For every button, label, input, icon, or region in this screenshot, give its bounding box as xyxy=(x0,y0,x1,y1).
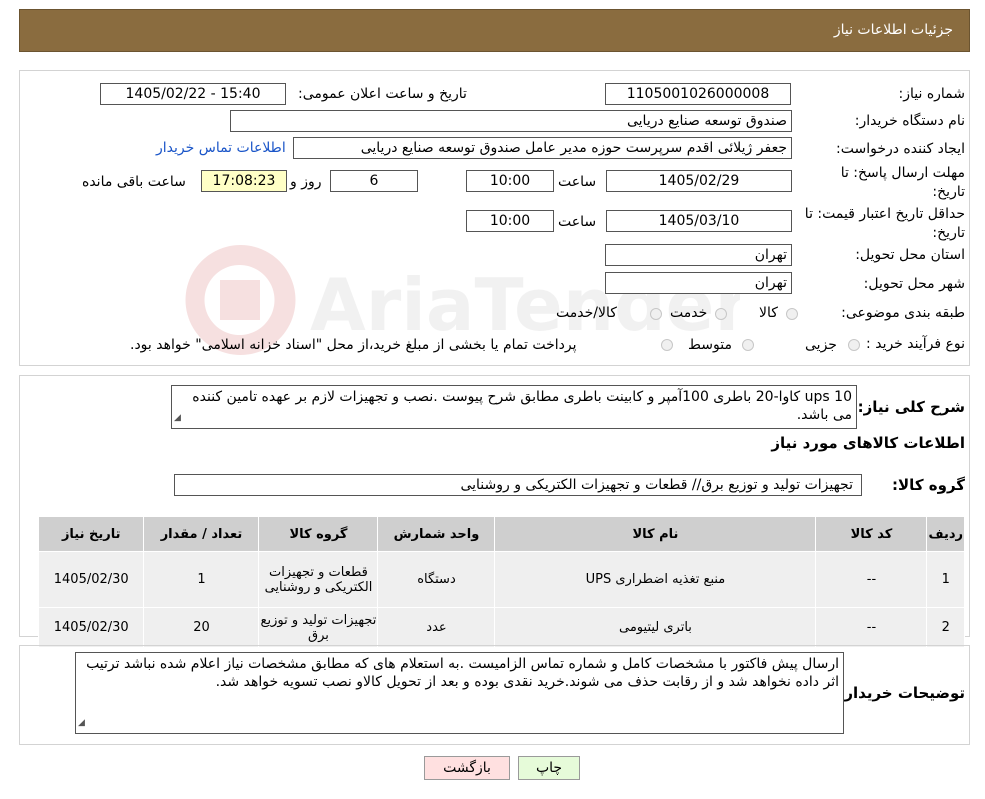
remaining-time-field: 17:08:23 xyxy=(201,170,287,192)
cell-row: 2 xyxy=(926,607,965,648)
buyer-notes-text: ارسال پیش فاکتور با مشخصات کامل و شماره … xyxy=(86,656,839,690)
remaining-label: ساعت باقی مانده xyxy=(82,174,186,190)
purchase-minor-radio[interactable] xyxy=(848,339,860,351)
need-number-label: شماره نیاز: xyxy=(898,86,966,102)
deadline-time-field: 10:00 xyxy=(466,170,554,192)
buyer-notes-label: توضیحات خریدار: xyxy=(838,684,965,702)
cell-unit: دستگاه xyxy=(377,551,496,608)
category-label: طبقه بندی موضوعی: xyxy=(841,305,965,321)
validity-hour-label: ساعت xyxy=(558,214,597,230)
col-unit: واحد شمارش xyxy=(377,516,496,552)
announce-field: 1405/02/22 - 15:40 xyxy=(100,83,286,105)
col-quantity: تعداد / مقدار xyxy=(143,516,260,552)
requester-label: ایجاد کننده درخواست: xyxy=(836,141,965,157)
city-field: تهران xyxy=(605,272,792,294)
page-header: جزئیات اطلاعات نیاز xyxy=(19,9,970,52)
need-number-field: 1105001026000008 xyxy=(605,83,791,105)
category-both-radio[interactable] xyxy=(650,308,662,320)
city-label: شهر محل تحویل: xyxy=(863,276,965,292)
deadline-hour-label: ساعت xyxy=(558,174,597,190)
deadline-label: مهلت ارسال پاسخ: تا xyxy=(840,165,965,181)
days-remaining-field: 6 xyxy=(330,170,418,192)
col-code: کد کالا xyxy=(815,516,928,552)
cell-name: منبع تغذیه اضطراری UPS xyxy=(494,551,817,608)
table-row: 2 -- باتری لیتیومی عدد تجهیزات تولید و ت… xyxy=(37,607,965,648)
goods-table: ردیف کد کالا نام کالا واحد شمارش گروه کا… xyxy=(37,516,965,648)
resize-grip-icon[interactable]: ◢ xyxy=(78,714,85,732)
cell-name: باتری لیتیومی xyxy=(494,607,817,648)
payment-treasury-checkbox[interactable] xyxy=(661,339,673,351)
cell-quantity: 20 xyxy=(143,607,260,648)
category-service-radio[interactable] xyxy=(715,308,727,320)
requester-field: جعفر ژیلائی اقدم سرپرست حوزه مدیر عامل ص… xyxy=(293,137,792,159)
col-date: تاریخ نیاز xyxy=(37,516,145,552)
payment-note: پرداخت تمام یا بخشی از مبلغ خرید،از محل … xyxy=(130,337,577,353)
province-label: استان محل تحویل: xyxy=(855,247,965,263)
summary-label: شرح کلی نیاز: xyxy=(857,398,965,416)
buyer-contact-link[interactable]: اطلاعات تماس خریدار xyxy=(156,140,286,156)
cell-code: -- xyxy=(815,607,928,648)
goods-group-label: گروه کالا: xyxy=(892,476,965,494)
validity-date-field: 1405/03/10 xyxy=(606,210,792,232)
page-title: جزئیات اطلاعات نیاز xyxy=(833,22,953,38)
category-goods-label: کالا xyxy=(759,305,778,321)
cell-date: 1405/02/30 xyxy=(37,607,145,648)
back-button[interactable]: بازگشت xyxy=(424,756,510,780)
category-service-label: خدمت xyxy=(670,305,708,321)
goods-group-field: تجهیزات تولید و توزیع برق// قطعات و تجهی… xyxy=(174,474,862,496)
purchase-medium-label: متوسط xyxy=(688,337,732,353)
col-row: ردیف xyxy=(926,516,965,552)
validity-label-date: تاریخ: xyxy=(932,225,965,241)
validity-time-field: 10:00 xyxy=(466,210,554,232)
goods-section-title: اطلاعات کالاهای مورد نیاز xyxy=(771,434,965,452)
cell-quantity: 1 xyxy=(143,551,260,608)
col-name: نام کالا xyxy=(494,516,817,552)
print-button[interactable]: چاپ xyxy=(518,756,580,780)
validity-label: حداقل تاریخ اعتبار قیمت: تا xyxy=(804,206,965,222)
buyer-label: نام دستگاه خریدار: xyxy=(854,113,965,129)
cell-group: تجهیزات تولید و توزیع برق xyxy=(258,607,379,648)
summary-text: ups 10 کاوا-20 باطری 100آمپر و کابینت با… xyxy=(192,389,852,423)
days-label: روز و xyxy=(290,174,322,190)
summary-textarea[interactable]: ups 10 کاوا-20 باطری 100آمپر و کابینت با… xyxy=(171,385,857,429)
purchase-type-label: نوع فرآیند خرید : xyxy=(866,336,965,352)
category-both-label: کالا/خدمت xyxy=(556,305,617,321)
purchase-minor-label: جزیی xyxy=(805,337,837,353)
cell-group: قطعات و تجهیزات الکتریکی و روشنایی xyxy=(258,551,379,608)
cell-date: 1405/02/30 xyxy=(37,551,145,608)
purchase-medium-radio[interactable] xyxy=(742,339,754,351)
table-header-row: ردیف کد کالا نام کالا واحد شمارش گروه کا… xyxy=(37,516,965,552)
buyer-notes-textarea[interactable]: ارسال پیش فاکتور با مشخصات کامل و شماره … xyxy=(75,652,844,734)
table-row: 1 -- منبع تغذیه اضطراری UPS دستگاه قطعات… xyxy=(37,551,965,608)
col-group: گروه کالا xyxy=(258,516,379,552)
deadline-label-date: تاریخ: xyxy=(932,184,965,200)
announce-label: تاریخ و ساعت اعلان عمومی: xyxy=(298,86,467,102)
cell-code: -- xyxy=(815,551,928,608)
buyer-field: صندوق توسعه صنایع دریایی xyxy=(230,110,792,132)
cell-row: 1 xyxy=(926,551,965,608)
province-field: تهران xyxy=(605,244,792,266)
category-goods-radio[interactable] xyxy=(786,308,798,320)
deadline-date-field: 1405/02/29 xyxy=(606,170,792,192)
resize-grip-icon[interactable]: ◢ xyxy=(174,409,181,427)
cell-unit: عدد xyxy=(377,607,496,648)
